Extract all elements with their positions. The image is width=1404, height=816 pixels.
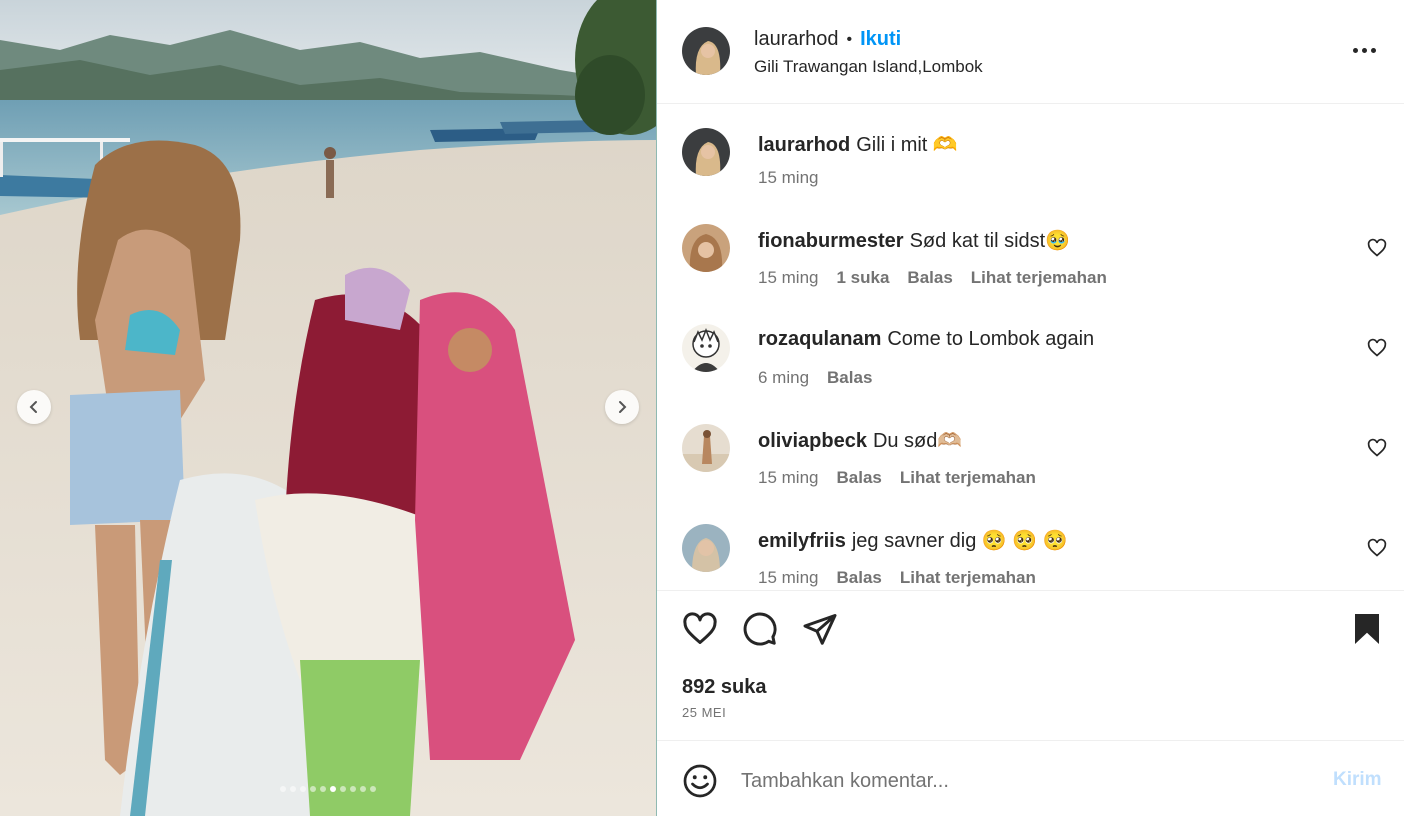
emoji-smiley-icon[interactable] xyxy=(682,763,718,799)
save-bookmark-icon[interactable] xyxy=(1349,611,1385,647)
comment-meta: 15 ming Balas Lihat terjemahan xyxy=(758,468,1036,488)
carousel-next-button[interactable] xyxy=(605,390,639,424)
carousel-dot xyxy=(360,786,366,792)
carousel-dot xyxy=(290,786,296,792)
like-comment-heart-icon[interactable] xyxy=(1367,438,1387,458)
post-details-panel: laurarhod • Ikuti Gili Trawangan Island,… xyxy=(657,0,1404,816)
caption-body: Gili i mit 🫶 xyxy=(856,134,958,156)
comment-meta: 15 ming 1 suka Balas Lihat terjemahan xyxy=(758,268,1107,288)
comment-composer: Kirim xyxy=(657,740,1404,816)
comment-body: Come to Lombok again xyxy=(887,328,1095,350)
caption-item: laurarhod Gili i mit 🫶 15 ming xyxy=(657,104,1404,204)
commenter-avatar[interactable] xyxy=(682,524,730,572)
header-user-line: laurarhod • Ikuti xyxy=(754,28,901,51)
avatar-image xyxy=(682,128,730,176)
carousel-dot xyxy=(300,786,306,792)
comment-text: fionaburmester Sød kat til sidst🥹 xyxy=(758,228,1070,253)
author-avatar[interactable] xyxy=(682,27,730,75)
comment-text: rozaqulanam Come to Lombok again xyxy=(758,328,1094,351)
see-translation-button[interactable]: Lihat terjemahan xyxy=(971,268,1107,288)
comment-input[interactable] xyxy=(741,763,1301,799)
likes-count[interactable]: 892 suka xyxy=(682,676,767,699)
carousel-dot xyxy=(330,786,336,792)
comment-username[interactable]: rozaqulanam xyxy=(758,328,881,350)
comment-username[interactable]: fionaburmester xyxy=(758,230,904,252)
see-translation-button[interactable]: Lihat terjemahan xyxy=(900,468,1036,488)
separator-dot: • xyxy=(846,30,853,48)
like-comment-heart-icon[interactable] xyxy=(1367,238,1387,258)
see-translation-button[interactable]: Lihat terjemahan xyxy=(900,568,1036,588)
share-paper-plane-icon[interactable] xyxy=(802,611,838,647)
comment-time[interactable]: 15 ming xyxy=(758,568,818,588)
post-actions: 892 suka 25 MEI xyxy=(657,590,1404,740)
avatar-image xyxy=(682,324,730,372)
post-location[interactable]: Gili Trawangan Island,Lombok xyxy=(754,57,983,77)
comment-bubble-icon[interactable] xyxy=(742,611,778,647)
like-comment-heart-icon[interactable] xyxy=(1367,538,1387,558)
caption-avatar[interactable] xyxy=(682,128,730,176)
comment-item: oliviapbeck Du sød🫶🏼 15 ming Balas Lihat … xyxy=(657,404,1404,504)
follow-button[interactable]: Ikuti xyxy=(860,28,901,51)
carousel-prev-button[interactable] xyxy=(17,390,51,424)
post-comment-button[interactable]: Kirim xyxy=(1333,769,1382,791)
comment-username[interactable]: oliviapbeck xyxy=(758,430,867,452)
comment-body: jeg savner dig 🥺 🥺 🥺 xyxy=(851,530,1068,552)
avatar-image xyxy=(682,524,730,572)
comment-item: fionaburmester Sød kat til sidst🥹 15 ming… xyxy=(657,204,1404,304)
more-options-icon[interactable] xyxy=(1349,40,1379,60)
comments-list[interactable]: laurarhod Gili i mit 🫶 15 ming fionaburme… xyxy=(657,104,1404,590)
comment-time[interactable]: 6 ming xyxy=(758,368,809,388)
avatar-image xyxy=(682,424,730,472)
like-comment-heart-icon[interactable] xyxy=(1367,338,1387,358)
carousel-dot xyxy=(340,786,346,792)
beach-photo-image xyxy=(0,0,656,816)
reply-button[interactable]: Balas xyxy=(836,568,881,588)
chevron-left-icon xyxy=(29,401,37,413)
comment-text: oliviapbeck Du sød🫶🏼 xyxy=(758,428,962,453)
carousel-dot xyxy=(370,786,376,792)
comment-body: Sød kat til sidst🥹 xyxy=(909,230,1071,252)
post-header: laurarhod • Ikuti Gili Trawangan Island,… xyxy=(657,0,1404,104)
commenter-avatar[interactable] xyxy=(682,324,730,372)
post-date[interactable]: 25 MEI xyxy=(682,705,726,720)
post-photo[interactable] xyxy=(0,0,656,816)
carousel-dot xyxy=(320,786,326,792)
caption-time[interactable]: 15 ming xyxy=(758,168,818,188)
reply-button[interactable]: Balas xyxy=(836,468,881,488)
carousel-dot xyxy=(310,786,316,792)
carousel-dot xyxy=(350,786,356,792)
carousel-indicator xyxy=(0,786,656,792)
comment-time[interactable]: 15 ming xyxy=(758,268,818,288)
reply-button[interactable]: Balas xyxy=(907,268,952,288)
author-username[interactable]: laurarhod xyxy=(754,28,839,51)
comment-time[interactable]: 15 ming xyxy=(758,468,818,488)
caption-username[interactable]: laurarhod xyxy=(758,134,850,156)
caption-meta: 15 ming xyxy=(758,168,818,188)
comment-meta: 6 ming Balas xyxy=(758,368,872,388)
comment-text: emilyfriis jeg savner dig 🥺 🥺 🥺 xyxy=(758,528,1068,553)
comment-meta: 15 ming Balas Lihat terjemahan xyxy=(758,568,1036,588)
reply-button[interactable]: Balas xyxy=(827,368,872,388)
comment-username[interactable]: emilyfriis xyxy=(758,530,846,552)
avatar-image xyxy=(682,27,730,75)
carousel-dot xyxy=(280,786,286,792)
comment-likes[interactable]: 1 suka xyxy=(836,268,889,288)
chevron-right-icon xyxy=(619,401,627,413)
comment-item: rozaqulanam Come to Lombok again 6 ming B… xyxy=(657,304,1404,404)
caption-text: laurarhod Gili i mit 🫶 xyxy=(758,132,958,157)
commenter-avatar[interactable] xyxy=(682,224,730,272)
commenter-avatar[interactable] xyxy=(682,424,730,472)
avatar-image xyxy=(682,224,730,272)
like-heart-icon[interactable] xyxy=(682,611,718,647)
comment-item: emilyfriis jeg savner dig 🥺 🥺 🥺 15 ming B… xyxy=(657,504,1404,590)
comment-body: Du sød🫶🏼 xyxy=(872,430,963,452)
